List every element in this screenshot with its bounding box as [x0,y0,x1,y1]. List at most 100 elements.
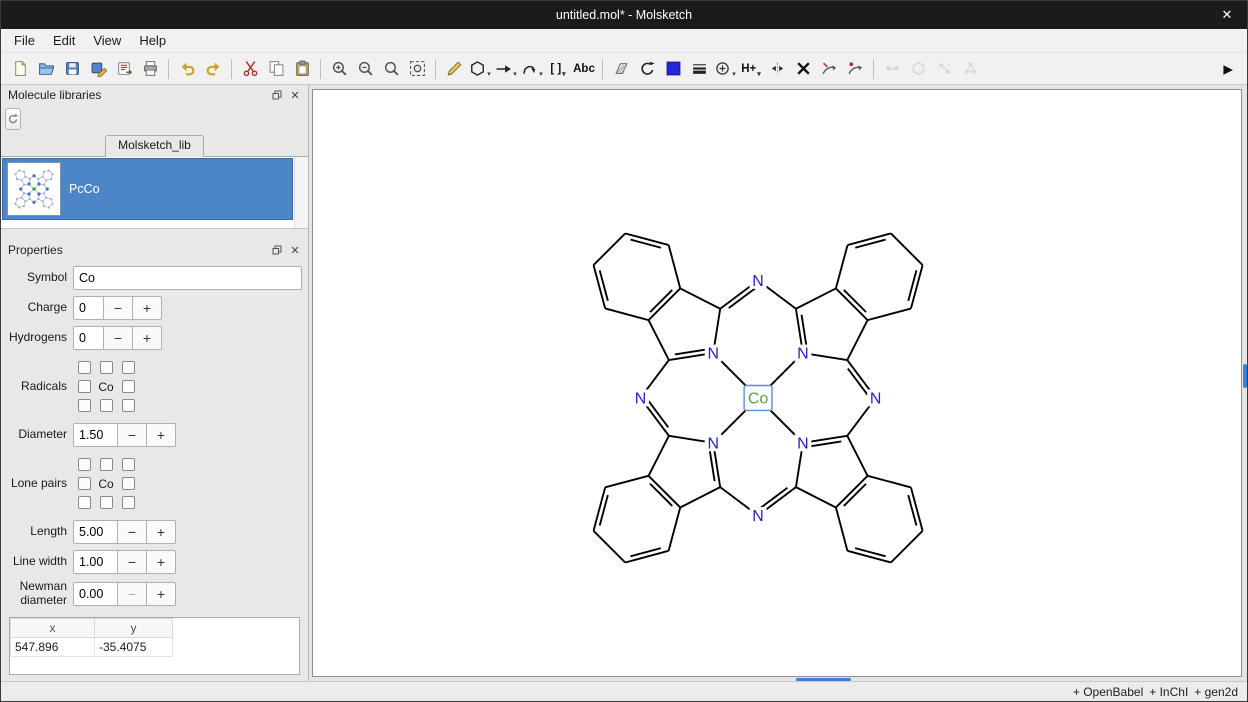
save-file-button[interactable] [59,56,85,82]
radical-checkbox[interactable] [122,380,135,393]
bracket-tool-button[interactable]: [ ]▾ [545,56,571,82]
ring-tool-button[interactable]: ▾ [467,56,493,82]
lone-pair-checkbox[interactable] [78,477,91,490]
molecule-drawing[interactable]: NNNNNNNNCo [313,90,1241,676]
tab-molsketch-lib[interactable]: Molsketch_lib [105,135,204,157]
bond[interactable] [796,288,836,308]
radical-checkbox[interactable] [78,380,91,393]
horizontal-scrollbar-thumb[interactable] [796,678,851,681]
selection-tool-button[interactable] [608,56,634,82]
babel-tool-4-button[interactable] [957,56,983,82]
charge-increment-button[interactable]: + [133,296,162,320]
menu-edit[interactable]: Edit [44,30,84,51]
zoom-fit-button[interactable] [404,56,430,82]
bond[interactable] [649,288,681,320]
line-width-increment-button[interactable]: + [147,550,176,574]
line-width-decrement-button[interactable]: − [118,550,147,574]
symbol-input[interactable] [73,266,302,290]
paste-button[interactable] [289,56,315,82]
library-item-pcco[interactable]: PcCo [2,158,293,220]
length-increment-button[interactable]: + [147,520,176,544]
bond[interactable] [836,245,848,288]
atom-label-pyrrole-n[interactable]: N [707,346,719,363]
bond[interactable] [605,476,648,488]
bond[interactable] [649,320,669,360]
bond[interactable] [836,476,868,508]
bond[interactable] [796,487,836,507]
toolbar-extend-button[interactable]: ▶ [1215,56,1241,82]
bond[interactable] [891,233,923,265]
atom-label-aza-n[interactable]: N [752,508,764,525]
bond[interactable] [836,288,868,320]
radical-checkbox[interactable] [122,361,135,374]
new-file-button[interactable] [7,56,33,82]
lone-pair-checkbox[interactable] [122,477,135,490]
cut-button[interactable] [237,56,263,82]
menu-view[interactable]: View [84,30,130,51]
atom-label-aza-n[interactable]: N [870,390,882,407]
flip-tool-button[interactable] [764,56,790,82]
hydrogens-value-input[interactable] [73,326,104,350]
bond[interactable] [649,476,681,508]
hydrogens-increment-button[interactable]: + [133,326,162,350]
lone-pair-checkbox[interactable] [122,458,135,471]
library-panel-float-button[interactable] [268,87,286,103]
bond[interactable] [594,233,626,265]
diameter-decrement-button[interactable]: − [118,423,147,447]
newman-diameter-value-input[interactable] [73,582,118,606]
bond[interactable] [847,320,867,360]
mechanism-arrow-tool-2-button[interactable] [842,56,868,82]
curved-arrow-tool-button[interactable]: ▾ [519,56,545,82]
coordinate-y-cell[interactable]: -35.4075 [95,637,173,656]
reaction-arrow-tool-button[interactable]: ▾ [493,56,519,82]
bond[interactable] [669,507,681,550]
line-width-value-input[interactable] [73,550,118,574]
library-scrollbar-track[interactable] [294,157,308,228]
charge-tool-button[interactable]: ▾ [712,56,738,82]
undo-button[interactable] [174,56,200,82]
atom-label-aza-n[interactable]: N [752,273,764,290]
diameter-increment-button[interactable]: + [147,423,176,447]
color-tool-button[interactable] [660,56,686,82]
properties-panel-close-button[interactable]: ✕ [286,242,304,258]
radical-checkbox[interactable] [100,399,113,412]
bond[interactable] [605,308,648,320]
lone-pair-checkbox[interactable] [78,458,91,471]
atom-label-pyrrole-n[interactable]: N [707,435,719,452]
bond[interactable] [680,288,720,308]
menu-help[interactable]: Help [130,30,175,51]
rotate-tool-button[interactable] [634,56,660,82]
lone-pair-checkbox[interactable] [78,496,91,509]
bond[interactable] [649,436,669,476]
radical-checkbox[interactable] [122,399,135,412]
bond[interactable] [680,487,720,507]
export-document-button[interactable] [111,56,137,82]
hydrogens-decrement-button[interactable]: − [104,326,133,350]
charge-decrement-button[interactable]: − [104,296,133,320]
vertical-scrollbar-thumb[interactable] [1243,364,1247,388]
babel-tool-1-button[interactable] [879,56,905,82]
newman-diameter-increment-button[interactable]: + [147,582,176,606]
open-file-button[interactable] [33,56,59,82]
charge-value-input[interactable] [73,296,104,320]
mechanism-arrow-tool-1-button[interactable] [816,56,842,82]
babel-tool-2-button[interactable] [905,56,931,82]
redo-button[interactable] [200,56,226,82]
lone-pair-checkbox[interactable] [100,458,113,471]
atom-label-pyrrole-n[interactable]: N [797,346,809,363]
draw-tool-button[interactable] [441,56,467,82]
coordinate-x-cell[interactable]: 547.896 [11,637,95,656]
hydrogen-tool-button[interactable]: H+▾ [738,56,764,82]
delete-tool-button[interactable] [790,56,816,82]
bond[interactable] [868,476,911,488]
window-close-button[interactable]: ✕ [1215,1,1239,29]
line-width-tool-button[interactable] [686,56,712,82]
save-as-button[interactable] [85,56,111,82]
radical-checkbox[interactable] [78,361,91,374]
bond[interactable] [836,507,848,550]
zoom-reset-button[interactable] [378,56,404,82]
radical-checkbox[interactable] [78,399,91,412]
bond[interactable] [891,531,923,563]
library-panel-close-button[interactable]: ✕ [286,87,304,103]
length-value-input[interactable] [73,520,118,544]
